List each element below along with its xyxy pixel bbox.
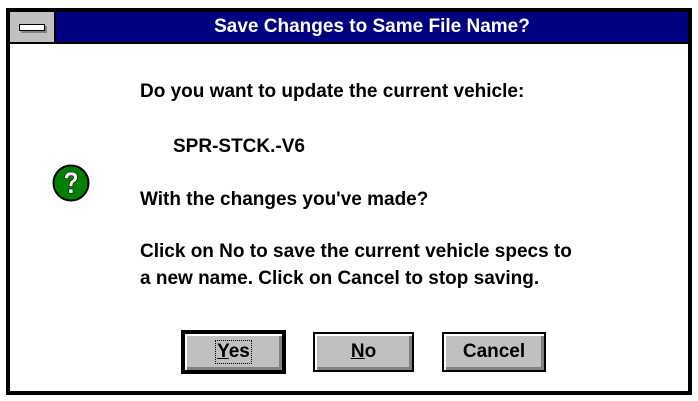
no-button[interactable]: No [313, 332, 414, 372]
message-line-3: Click on No to save the current vehicle … [140, 241, 572, 262]
system-menu-icon [19, 24, 45, 31]
question-icon [52, 164, 90, 202]
save-changes-dialog: Save Changes to Same File Name? Do you w… [6, 8, 692, 395]
yes-button-label: Yes [215, 340, 252, 364]
no-button-label: No [350, 341, 377, 362]
cancel-button[interactable]: Cancel [442, 332, 546, 372]
title-bar[interactable]: Save Changes to Same File Name? [10, 12, 688, 44]
cancel-button-label: Cancel [462, 341, 526, 362]
message-line-1: Do you want to update the current vehicl… [140, 81, 525, 102]
message-line-4: a new name. Click on Cancel to stop savi… [140, 268, 540, 289]
yes-button[interactable]: Yes [181, 330, 286, 374]
dialog-title: Save Changes to Same File Name? [214, 16, 530, 37]
vehicle-name: SPR-STCK.-V6 [173, 136, 305, 157]
message-line-2: With the changes you've made? [140, 189, 429, 210]
system-menu-button[interactable] [10, 12, 56, 42]
